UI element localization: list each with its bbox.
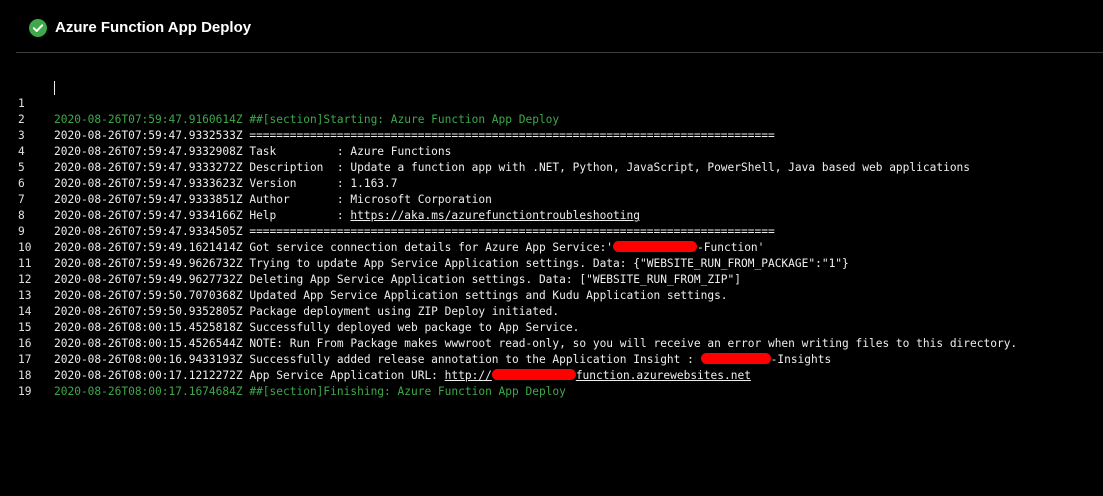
log-line: 3 2020-08-26T07:59:47.9332908Z Task : Az…	[0, 112, 1103, 158]
header-divider	[16, 52, 1103, 53]
log-line: 6 2020-08-26T07:59:47.9333851Z Author : …	[0, 160, 1103, 206]
log-line: 14 2020-08-26T08:00:15.4525818Z Successf…	[0, 288, 1103, 334]
log-line: 11 2020-08-26T07:59:49.9627732Z Deleting…	[0, 240, 1103, 286]
text-cursor	[54, 81, 55, 95]
log-line: 1 2020-08-26T07:59:47.9160614Z ##[sectio…	[0, 80, 1103, 126]
log-line: 4 2020-08-26T07:59:47.9333272Z Descripti…	[0, 128, 1103, 174]
log-line: 17 2020-08-26T08:00:17.1212272Z App Serv…	[0, 336, 1103, 382]
task-header: Azure Function App Deploy	[0, 0, 1103, 56]
log-line: 18 2020-08-26T08:00:17.1674684Z ##[secti…	[0, 352, 1103, 398]
log-output[interactable]: 1 2020-08-26T07:59:47.9160614Z ##[sectio…	[0, 80, 1103, 398]
log-line: 15 2020-08-26T08:00:15.4526544Z NOTE: Ru…	[0, 304, 1103, 350]
log-line: 7 2020-08-26T07:59:47.9334166Z Help : ht…	[0, 176, 1103, 222]
log-line: 9 2020-08-26T07:59:49.1621414Z Got servi…	[0, 208, 1103, 254]
log-line: 5 2020-08-26T07:59:47.9333623Z Version :…	[0, 144, 1103, 190]
log-line: 16 2020-08-26T08:00:16.9433193Z Successf…	[0, 320, 1103, 366]
log-line: 12 2020-08-26T07:59:50.7070368Z Updated …	[0, 256, 1103, 302]
log-line: 10 2020-08-26T07:59:49.9626732Z Trying t…	[0, 224, 1103, 270]
line-number: 19	[18, 385, 32, 398]
log-line: 19	[0, 368, 1103, 398]
line-text: 2020-08-26T08:00:17.1674684Z ##[section]…	[54, 385, 566, 398]
log-line: 2 2020-08-26T07:59:47.9332533Z =========…	[0, 96, 1103, 142]
log-line: 13 2020-08-26T07:59:50.9352805Z Package …	[0, 272, 1103, 318]
log-line: 8 2020-08-26T07:59:47.9334505Z =========…	[0, 192, 1103, 238]
check-circle-icon	[29, 19, 47, 37]
task-title: Azure Function App Deploy	[55, 19, 252, 36]
